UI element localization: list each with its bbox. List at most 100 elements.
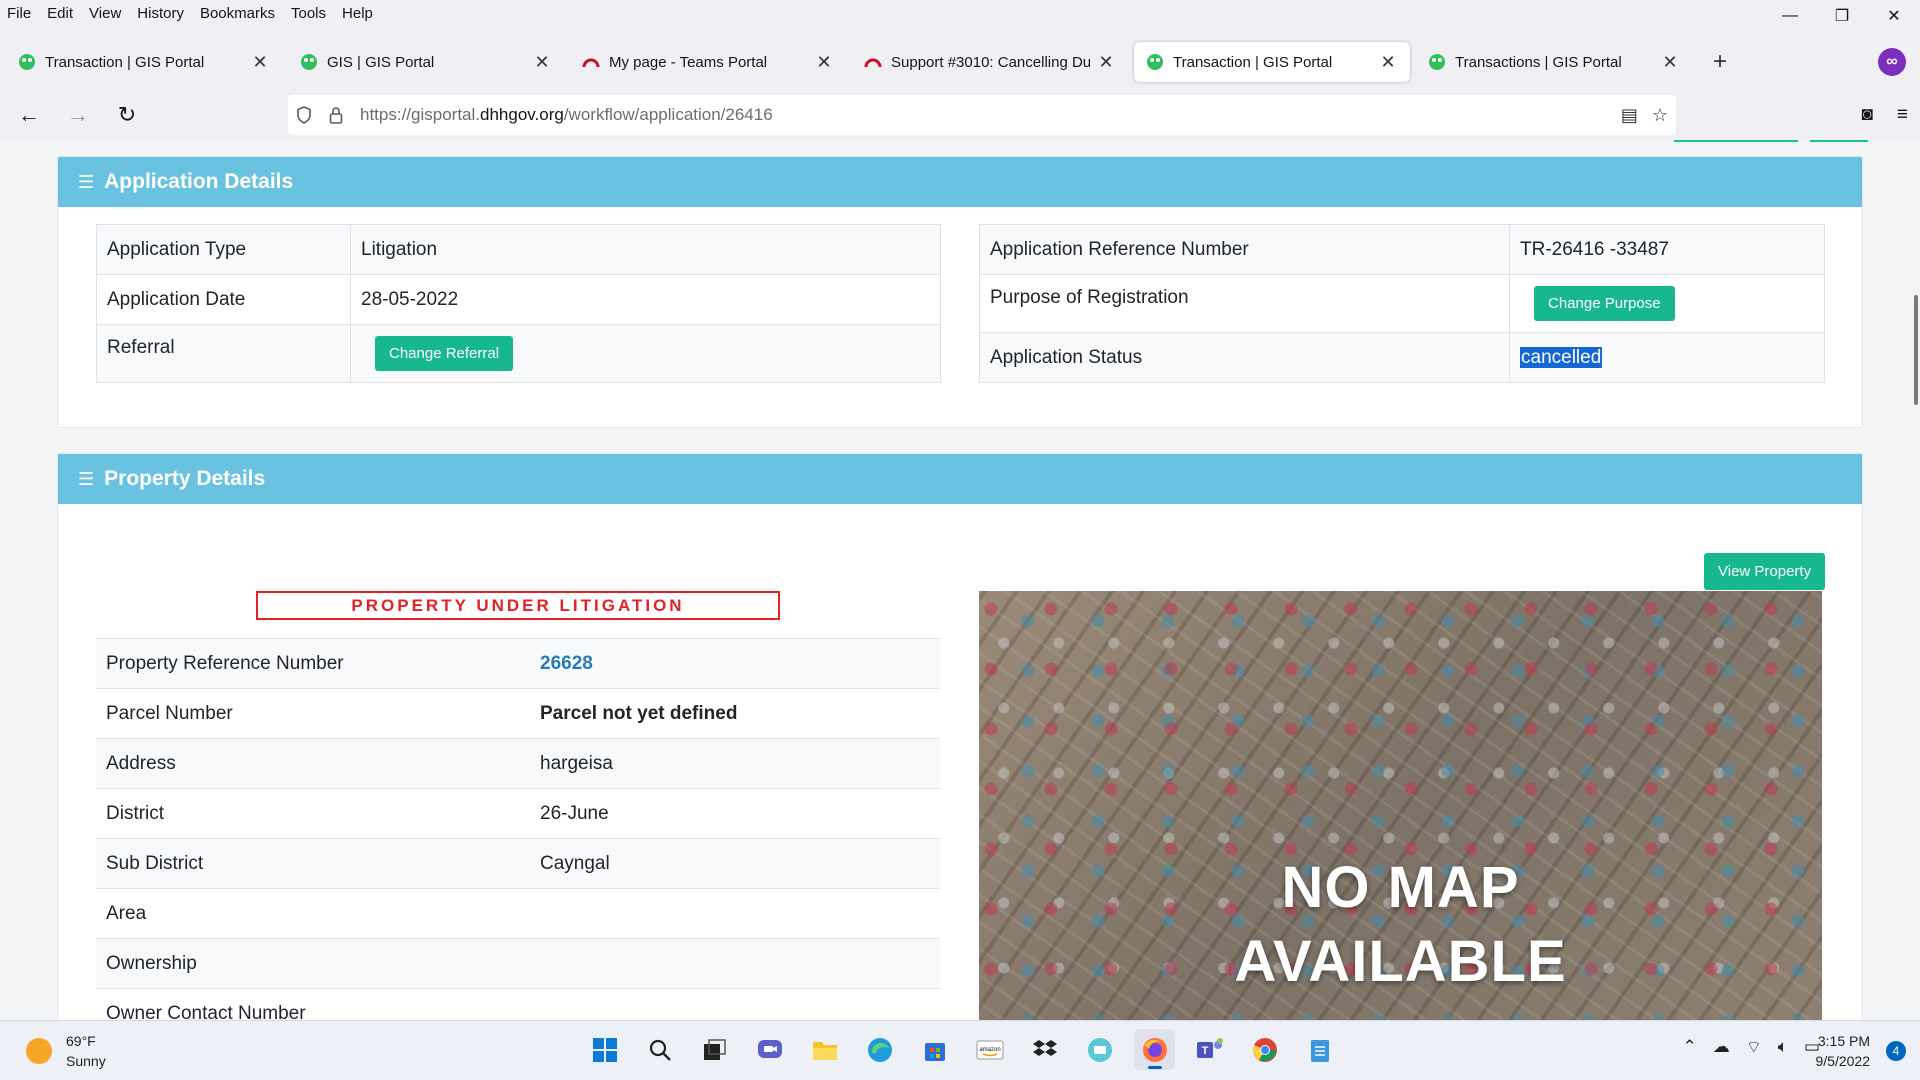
messaging-app-icon[interactable] bbox=[1079, 1029, 1120, 1070]
menu-tools[interactable]: Tools bbox=[283, 5, 334, 22]
file-explorer-icon[interactable] bbox=[804, 1029, 845, 1070]
table-row: Ownership bbox=[96, 938, 940, 989]
hidden-button-edge[interactable] bbox=[1810, 140, 1868, 142]
property-reference-link[interactable]: 26628 bbox=[540, 653, 593, 674]
list-icon: ☰ bbox=[78, 468, 95, 489]
close-icon[interactable]: ✕ bbox=[814, 52, 834, 73]
view-property-button[interactable]: View Property bbox=[1704, 553, 1826, 590]
teams-chat-icon[interactable] bbox=[749, 1029, 790, 1070]
gis-portal-icon bbox=[301, 54, 317, 70]
table-row: Property Reference Number 26628 bbox=[96, 638, 940, 689]
property-details-header: ☰ Property Details bbox=[58, 454, 1862, 504]
application-date-label: Application Date bbox=[96, 274, 351, 325]
chrome-icon[interactable] bbox=[1244, 1029, 1285, 1070]
menu-history[interactable]: History bbox=[129, 5, 192, 22]
pocket-icon[interactable]: ◙ bbox=[1861, 104, 1872, 126]
close-icon[interactable]: ✕ bbox=[1378, 52, 1398, 73]
parcel-number-value: Parcel not yet defined bbox=[530, 688, 940, 739]
dropbox-icon[interactable] bbox=[1024, 1029, 1065, 1070]
close-icon[interactable]: ✕ bbox=[1096, 52, 1116, 73]
back-button[interactable]: ← bbox=[9, 95, 49, 135]
clock-time: 3:15 PM bbox=[1817, 1033, 1870, 1049]
menu-help[interactable]: Help bbox=[334, 5, 381, 22]
area-label: Area bbox=[96, 888, 530, 939]
menu-edit[interactable]: Edit bbox=[39, 5, 81, 22]
litigation-banner: PROPERTY UNDER LITIGATION bbox=[256, 591, 780, 620]
table-row: District 26-June bbox=[96, 788, 940, 839]
restore-button[interactable]: ❐ bbox=[1816, 0, 1868, 32]
url-text: https://gisportal.dhhgov.org/workflow/ap… bbox=[360, 105, 773, 124]
application-date-value: 28-05-2022 bbox=[350, 274, 941, 325]
close-icon[interactable]: ✕ bbox=[532, 52, 552, 73]
minimize-button[interactable]: — bbox=[1764, 0, 1816, 32]
address-bar[interactable]: https://gisportal.dhhgov.org/workflow/ap… bbox=[288, 95, 1676, 135]
menu-view[interactable]: View bbox=[81, 5, 129, 22]
weather-widget[interactable]: 69°F Sunny bbox=[26, 1031, 106, 1071]
navigation-bar: ← → ↻ https://gisportal.dhhgov.org/workf… bbox=[0, 92, 1920, 138]
wifi-icon[interactable]: ⌔ bbox=[1746, 1037, 1762, 1058]
menu-file[interactable]: File bbox=[0, 5, 39, 22]
forward-button[interactable]: → bbox=[58, 95, 98, 135]
menu-bookmarks[interactable]: Bookmarks bbox=[192, 5, 283, 22]
table-row: Owner Contact Number bbox=[96, 988, 940, 1020]
bookmark-star-icon[interactable]: ☆ bbox=[1652, 105, 1668, 126]
amazon-icon[interactable]: amazon bbox=[969, 1029, 1010, 1070]
gis-portal-icon bbox=[1147, 54, 1163, 70]
clock[interactable]: 3:15 PM 9/5/2022 bbox=[1816, 1031, 1871, 1071]
tab-label: Transaction | GIS Portal bbox=[1173, 53, 1333, 71]
no-map-text: NO MAP AVAILABLE bbox=[1234, 855, 1567, 994]
browser-tab-active[interactable]: Transaction | GIS Portal ✕ bbox=[1134, 42, 1410, 82]
windows-start-icon[interactable] bbox=[584, 1029, 625, 1070]
teams-portal-icon bbox=[582, 58, 600, 68]
table-row: Sub District Cayngal bbox=[96, 838, 940, 889]
extension-icon[interactable]: ∞ bbox=[1878, 48, 1906, 76]
hidden-button-edge[interactable] bbox=[1674, 140, 1798, 142]
browser-tab[interactable]: Transactions | GIS Portal ✕ bbox=[1416, 42, 1692, 82]
reader-view-icon[interactable]: ▤ bbox=[1621, 105, 1638, 126]
taskbar-apps: amazon T bbox=[584, 1029, 1340, 1070]
change-purpose-button[interactable]: Change Purpose bbox=[1534, 286, 1675, 321]
browser-tab[interactable]: My page - Teams Portal ✕ bbox=[570, 42, 846, 82]
browser-tab[interactable]: Support #3010: Cancelling Dupl ✕ bbox=[852, 42, 1128, 82]
chevron-up-icon[interactable]: ⌃ bbox=[1683, 1037, 1697, 1058]
tab-strip: Transaction | GIS Portal ✕ GIS | GIS Por… bbox=[0, 42, 1920, 82]
section-title: Property Details bbox=[104, 467, 266, 490]
notepad-icon[interactable] bbox=[1299, 1029, 1340, 1070]
hamburger-menu-icon[interactable]: ≡ bbox=[1897, 104, 1908, 126]
close-window-button[interactable]: ✕ bbox=[1868, 0, 1920, 32]
application-right-table: Application Reference Number TR-26416 -3… bbox=[979, 224, 1825, 383]
microsoft-store-icon[interactable] bbox=[914, 1029, 955, 1070]
close-icon[interactable]: ✕ bbox=[1660, 52, 1680, 73]
system-tray: ⌃ ☁ ⌔ 🔈︎ ▭ bbox=[1683, 1037, 1821, 1058]
address-label: Address bbox=[96, 738, 530, 789]
edge-browser-icon[interactable] bbox=[859, 1029, 900, 1070]
teams-portal-icon bbox=[864, 58, 882, 68]
reference-number-value: TR-26416 -33487 bbox=[1509, 224, 1825, 275]
onedrive-icon[interactable]: ☁ bbox=[1713, 1037, 1730, 1058]
tab-label: Transaction | GIS Portal bbox=[45, 53, 205, 71]
taskbar: 69°F Sunny amazon T ⌃ ☁ ⌔ 🔈︎ ▭ 3:15 PM 9… bbox=[0, 1020, 1920, 1080]
browser-tab[interactable]: GIS | GIS Portal ✕ bbox=[288, 42, 564, 82]
teams-icon[interactable]: T bbox=[1189, 1029, 1230, 1070]
lock-icon[interactable] bbox=[320, 106, 352, 124]
volume-icon[interactable]: 🔈︎ bbox=[1778, 1037, 1788, 1058]
close-icon[interactable]: ✕ bbox=[250, 52, 270, 73]
sub-district-value: Cayngal bbox=[530, 838, 940, 889]
table-row: Area bbox=[96, 888, 940, 939]
browser-tab[interactable]: Transaction | GIS Portal ✕ bbox=[6, 42, 282, 82]
firefox-icon[interactable] bbox=[1134, 1029, 1175, 1070]
tab-label: My page - Teams Portal bbox=[609, 53, 768, 71]
scrollbar[interactable] bbox=[1914, 295, 1918, 405]
new-tab-button[interactable]: + bbox=[1700, 42, 1740, 82]
notification-badge[interactable]: 4 bbox=[1886, 1041, 1906, 1061]
change-referral-button[interactable]: Change Referral bbox=[375, 336, 514, 371]
partially-hidden-buttons bbox=[1674, 140, 1868, 142]
reload-button[interactable]: ↻ bbox=[107, 95, 147, 135]
svg-text:amazon: amazon bbox=[979, 1047, 1000, 1053]
application-status-label: Application Status bbox=[979, 332, 1510, 383]
shield-icon[interactable] bbox=[288, 106, 320, 124]
task-view-icon[interactable] bbox=[694, 1029, 735, 1070]
page-viewport: ☰ Application Details Application Type L… bbox=[0, 140, 1920, 1020]
search-icon[interactable] bbox=[639, 1029, 680, 1070]
tab-label: GIS | GIS Portal bbox=[327, 53, 435, 71]
